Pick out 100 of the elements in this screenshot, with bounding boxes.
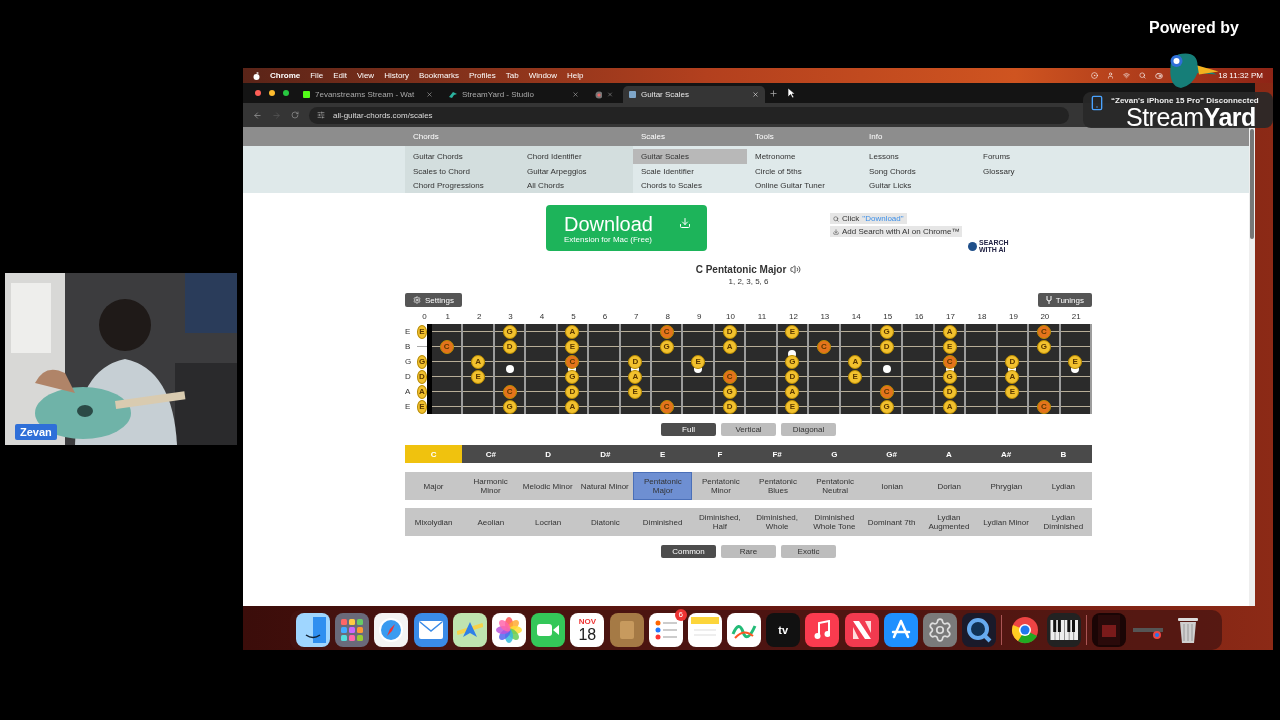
scale-option[interactable]: Phrygian [977,472,1035,500]
key-button[interactable]: A [920,445,978,463]
note-dot[interactable]: A [722,339,737,354]
note-dot[interactable]: D [628,354,643,369]
scale-option[interactable]: Pentatonic Blues [749,472,807,500]
nav-link[interactable]: Guitar Licks [861,178,975,193]
note-dot[interactable]: E [417,399,427,414]
note-dot[interactable]: G [417,354,427,369]
nav-link[interactable]: Chord Identifier [519,149,633,164]
store-icon[interactable] [883,613,918,647]
key-button[interactable]: A# [977,445,1035,463]
settings-button[interactable]: Settings [405,293,462,307]
scale-option[interactable]: Lydian Augmented [920,508,978,536]
address-bar[interactable]: all-guitar-chords.com/scales [309,106,1069,124]
nav-link[interactable]: Guitar Arpeggios [519,163,633,179]
scale-option[interactable]: Dominant 7th [863,508,921,536]
menu-item[interactable]: Bookmarks [419,71,460,80]
nav-link[interactable]: Scales to Chord [405,163,519,179]
note-dot[interactable]: C [879,384,894,399]
note-dot[interactable]: C [659,324,674,339]
note-dot[interactable]: A [628,369,643,384]
notepad-icon[interactable] [687,613,722,647]
scale-option[interactable]: Natural Minor [576,472,634,500]
site-settings-icon[interactable] [317,111,325,119]
scale-option[interactable]: Major [405,472,463,500]
video-camera-icon[interactable] [531,613,566,647]
note-dot[interactable]: A [785,384,800,399]
menu-item[interactable]: Help [567,71,584,80]
note-dot[interactable]: E [565,339,580,354]
scale-option[interactable]: Diatonic [576,508,634,536]
note-dot[interactable]: A [565,399,580,414]
view-button[interactable]: Full [661,423,716,436]
close-window-button[interactable] [255,90,261,96]
scribble-icon[interactable] [727,613,762,647]
category-button[interactable]: Exotic [781,545,836,558]
nav-link[interactable]: Metronome [747,149,861,164]
search-icon[interactable] [1139,72,1147,79]
settings-icon[interactable] [923,613,957,647]
note-dot[interactable]: C [1036,399,1051,414]
note-dot[interactable]: E [417,324,427,339]
menu-item[interactable]: Window [528,71,558,80]
note-dot[interactable]: G [659,339,674,354]
tunings-button[interactable]: Tunings [1037,293,1092,307]
note-dot[interactable]: G [1036,339,1051,354]
grid-icon[interactable] [335,613,370,647]
map-icon[interactable] [452,613,487,647]
note-dot[interactable]: C [659,399,674,414]
scale-option[interactable]: Locrian [519,508,577,536]
menu-item[interactable]: Edit [333,71,347,80]
nav-link[interactable]: Online Guitar Tuner [747,178,861,193]
nav-link[interactable]: Lessons [861,149,975,164]
key-button[interactable]: B [1034,445,1092,463]
note-dot[interactable]: D [502,339,517,354]
note-dot[interactable]: E [1005,384,1020,399]
note-dot[interactable]: C [1036,324,1051,339]
scrollbar-thumb[interactable] [1250,129,1254,239]
note-dot[interactable]: E [785,324,800,339]
note-dot[interactable]: D [942,384,957,399]
note-dot[interactable]: A [471,354,486,369]
note-dot[interactable]: G [879,324,894,339]
note-dot[interactable]: D [879,339,894,354]
browser-tab[interactable]: StreamYard - Studio [443,86,585,103]
nav-link[interactable]: Glossary [975,164,1089,179]
note-dot[interactable]: C [502,384,517,399]
scale-option[interactable]: Aeolian [462,508,520,536]
menu-item[interactable]: Chrome [270,71,301,80]
note-dot[interactable]: A [565,324,580,339]
key-button[interactable]: D [519,445,577,463]
nav-link[interactable]: Circle of 5ths [747,163,861,179]
note-dot[interactable]: C [565,354,580,369]
note-dot[interactable]: E [942,339,957,354]
user-icon[interactable] [1107,72,1115,79]
scale-option[interactable]: Lydian [1034,472,1092,500]
menu-item[interactable]: File [310,71,324,80]
news-icon[interactable] [844,613,879,647]
nav-link[interactable]: Guitar Chords [405,149,519,164]
note-dot[interactable]: A [1005,369,1020,384]
two-tone-face-icon[interactable] [296,613,330,647]
note-dot[interactable]: D [417,369,427,384]
key-button[interactable]: G [805,445,863,463]
scale-option[interactable]: Diminished Whole Tone [805,508,863,536]
menu-item[interactable]: History [384,71,409,80]
note-dot[interactable]: E [691,354,706,369]
nav-link[interactable]: Scale Identifier [633,163,747,179]
note-dot[interactable]: E [1068,354,1083,369]
note-dot[interactable]: A [417,384,427,399]
key-button[interactable]: E [634,445,692,463]
note-dot[interactable]: C [942,354,957,369]
nav-link[interactable]: Chords to Scales [633,178,747,193]
note-dot[interactable]: G [785,354,800,369]
view-button[interactable]: Vertical [721,423,776,436]
scale-option[interactable]: Pentatonic Minor [692,472,750,500]
piano-icon[interactable] [1046,613,1081,647]
nav-link[interactable]: All Chords [519,178,633,193]
note-dot[interactable]: D [1005,354,1020,369]
scale-option[interactable]: Pentatonic Neutral [806,472,864,500]
key-button[interactable]: D# [576,445,634,463]
note-dot[interactable]: D [785,369,800,384]
note-dot[interactable]: A [848,354,863,369]
book-icon[interactable] [609,613,644,647]
